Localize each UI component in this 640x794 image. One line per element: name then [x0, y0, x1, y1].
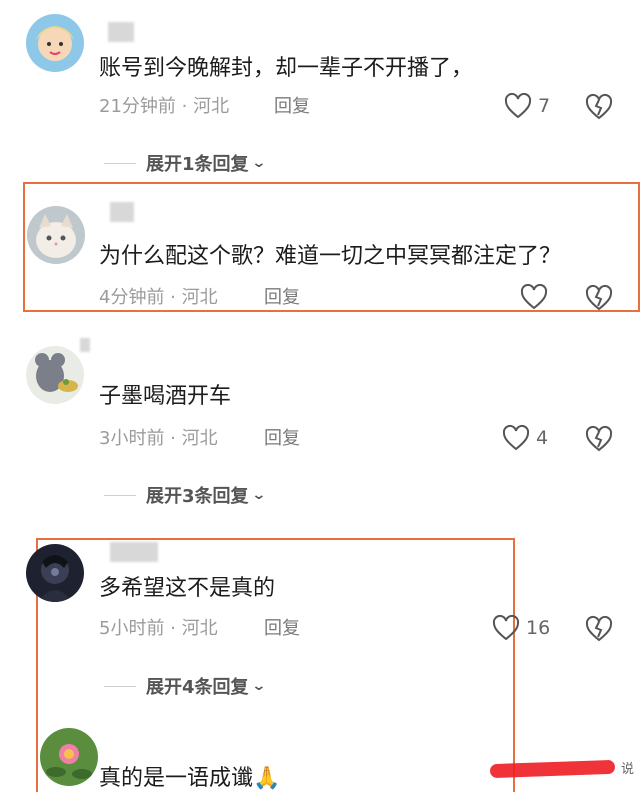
- like-count: 16: [526, 617, 551, 639]
- comment-text: 真的是一语成谶🙏: [99, 766, 281, 791]
- avatar[interactable]: [26, 346, 84, 404]
- like-count: 7: [538, 95, 551, 117]
- username-redacted: [110, 202, 134, 222]
- comment-meta: 3小时前 · 河北: [99, 427, 218, 451]
- comment-time: 4分钟前: [99, 287, 165, 308]
- heart-outline-icon: [492, 615, 520, 641]
- comment-location: 河北: [181, 618, 218, 639]
- avatar[interactable]: [27, 206, 85, 264]
- meta-separator: ·: [164, 428, 182, 449]
- comment-item: 子墨喝酒开车 3小时前 · 河北 回复 4 展开3条回复 ⌄: [0, 330, 640, 520]
- comment-time: 5小时前: [99, 618, 165, 639]
- divider-line: [104, 494, 136, 496]
- broken-heart-icon[interactable]: [585, 615, 613, 643]
- expand-replies-button[interactable]: 展开3条回复 ⌄: [104, 482, 267, 508]
- avatar[interactable]: [40, 728, 98, 786]
- heart-outline-icon: [504, 93, 532, 119]
- divider-line: [104, 162, 136, 164]
- like-button[interactable]: 16: [492, 615, 550, 641]
- comment-text: 多希望这不是真的: [99, 576, 276, 601]
- watermark: 说: [620, 762, 634, 777]
- comment-text: 子墨喝酒开车: [99, 384, 232, 409]
- avatar[interactable]: [26, 14, 84, 72]
- comment-time: 21分钟前: [99, 96, 176, 117]
- reply-button[interactable]: 回复: [264, 427, 300, 451]
- like-button[interactable]: 7: [504, 93, 550, 119]
- expand-replies-button[interactable]: 展开4条回复 ⌄: [104, 673, 267, 699]
- chevron-down-icon: ⌄: [250, 155, 267, 171]
- heart-outline-icon: [502, 425, 530, 451]
- comment-item: 为什么配这个歌？难道一切之中冥冥都注定了？ 4分钟前 · 河北 回复: [0, 190, 640, 315]
- username-redacted: [108, 22, 134, 42]
- expand-replies-label: 展开3条回复: [146, 486, 249, 507]
- meta-separator: ·: [175, 96, 194, 117]
- expand-replies-label: 展开1条回复: [146, 154, 249, 175]
- comment-item: 真的是一语成谶🙏: [0, 720, 640, 792]
- comment-text: 为什么配这个歌？难道一切之中冥冥都注定了？: [99, 244, 562, 269]
- comment-location: 河北: [181, 287, 218, 308]
- expand-replies-button[interactable]: 展开1条回复 ⌄: [104, 150, 267, 176]
- comment-item: 多希望这不是真的 5小时前 · 河北 回复 16 展开4条回复 ⌄: [0, 530, 640, 720]
- meta-separator: ·: [164, 287, 182, 308]
- like-count: 4: [536, 427, 549, 449]
- comment-item: 账号到今晚解封，却一辈子不开播了， 21分钟前 · 河北 回复 7 展开1条回复…: [0, 0, 640, 180]
- chevron-down-icon: ⌄: [250, 487, 267, 503]
- like-button[interactable]: 4: [502, 425, 548, 451]
- expand-replies-label: 展开4条回复: [146, 677, 249, 698]
- comment-meta: 4分钟前 · 河北: [99, 286, 218, 310]
- divider-line: [104, 685, 136, 687]
- broken-heart-icon[interactable]: [585, 93, 613, 121]
- like-button[interactable]: [520, 284, 548, 310]
- comment-meta: 5小时前 · 河北: [99, 617, 218, 641]
- comment-location: 河北: [193, 96, 230, 117]
- chevron-down-icon: ⌄: [250, 678, 267, 694]
- broken-heart-icon[interactable]: [585, 284, 613, 312]
- comment-text: 账号到今晚解封，却一辈子不开播了，: [99, 56, 474, 81]
- reply-button[interactable]: 回复: [274, 95, 310, 119]
- meta-separator: ·: [164, 618, 182, 639]
- username-redacted: [80, 338, 90, 352]
- reply-button[interactable]: 回复: [264, 617, 300, 641]
- broken-heart-icon[interactable]: [585, 425, 613, 453]
- heart-outline-icon: [520, 284, 548, 310]
- username-redacted: [110, 542, 158, 562]
- reply-button[interactable]: 回复: [264, 286, 300, 310]
- comment-time: 3小时前: [99, 428, 165, 449]
- avatar[interactable]: [26, 544, 84, 602]
- comment-location: 河北: [181, 428, 218, 449]
- comment-meta: 21分钟前 · 河北: [99, 95, 229, 119]
